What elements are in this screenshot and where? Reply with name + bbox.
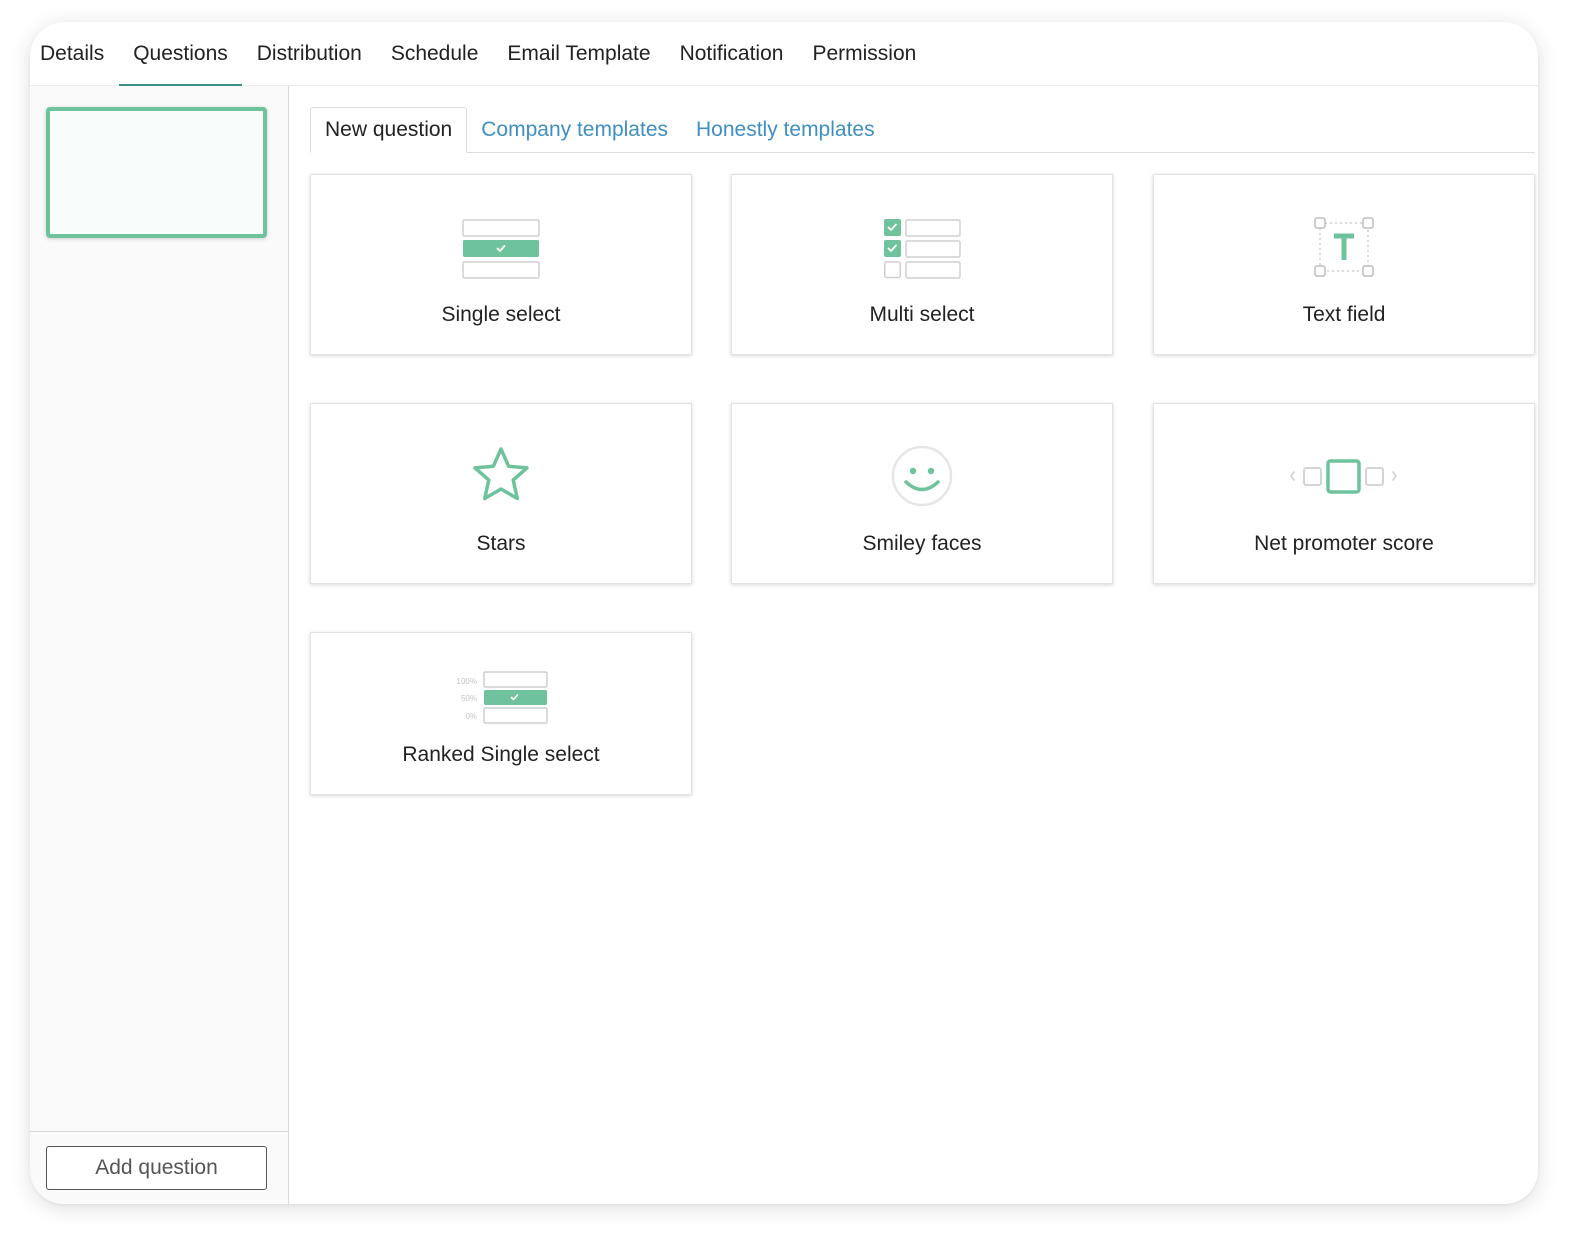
tab-email-template[interactable]: Email Template — [493, 22, 665, 85]
tab-notification[interactable]: Notification — [665, 22, 798, 85]
text-field-label: Text field — [1302, 303, 1386, 326]
add-question-button[interactable]: Add question — [46, 1146, 267, 1190]
multi-select-card[interactable]: Multi select — [731, 174, 1113, 355]
smiley-faces-label: Smiley faces — [862, 532, 982, 555]
tab-honestly-templates[interactable]: Honestly templates — [682, 107, 889, 152]
rank-scale-label-bottom: 0% — [465, 712, 477, 721]
net-promoter-score-card[interactable]: Net promoter score — [1153, 403, 1535, 584]
sidebar-footer: Add question — [30, 1131, 288, 1204]
top-tab-bar: Details Questions Distribution Schedule … — [30, 22, 1538, 86]
question-list-sidebar: Add question — [30, 86, 289, 1204]
question-type-panel: New question Company templates Honestly … — [290, 86, 1538, 1204]
stars-label: Stars — [476, 532, 526, 555]
text-field-card[interactable]: Text field — [1153, 174, 1535, 355]
tab-distribution[interactable]: Distribution — [242, 22, 376, 85]
single-select-label: Single select — [441, 303, 561, 326]
ranked-single-select-icon: 100% 50% 0% — [457, 671, 548, 724]
smiley-faces-card[interactable]: Smiley faces — [731, 403, 1113, 584]
ranked-single-select-card[interactable]: 100% 50% 0% Ranked Single select — [310, 632, 692, 795]
single-select-icon — [462, 219, 540, 279]
smiley-face-icon — [891, 445, 953, 507]
ranked-single-select-label: Ranked Single select — [402, 743, 600, 766]
question-source-tabs: New question Company templates Honestly … — [310, 107, 1535, 153]
single-select-card[interactable]: Single select — [310, 174, 692, 355]
tab-schedule[interactable]: Schedule — [376, 22, 493, 85]
net-promoter-score-icon — [1290, 459, 1397, 494]
multi-select-label: Multi select — [869, 303, 975, 326]
app-window: Details Questions Distribution Schedule … — [30, 22, 1538, 1204]
tab-details[interactable]: Details — [30, 22, 119, 85]
multi-select-icon — [884, 219, 961, 279]
net-promoter-score-label: Net promoter score — [1254, 532, 1434, 555]
tab-questions[interactable]: Questions — [118, 22, 243, 86]
star-icon — [473, 447, 529, 501]
tab-permission[interactable]: Permission — [798, 22, 931, 85]
tab-new-question[interactable]: New question — [310, 107, 468, 153]
new-question-placeholder[interactable] — [46, 107, 267, 238]
tab-company-templates[interactable]: Company templates — [467, 107, 682, 152]
rank-scale-label-middle: 50% — [461, 694, 477, 703]
rank-scale-label-top: 100% — [457, 677, 477, 686]
text-field-icon — [1314, 217, 1374, 277]
stars-card[interactable]: Stars — [310, 403, 692, 584]
